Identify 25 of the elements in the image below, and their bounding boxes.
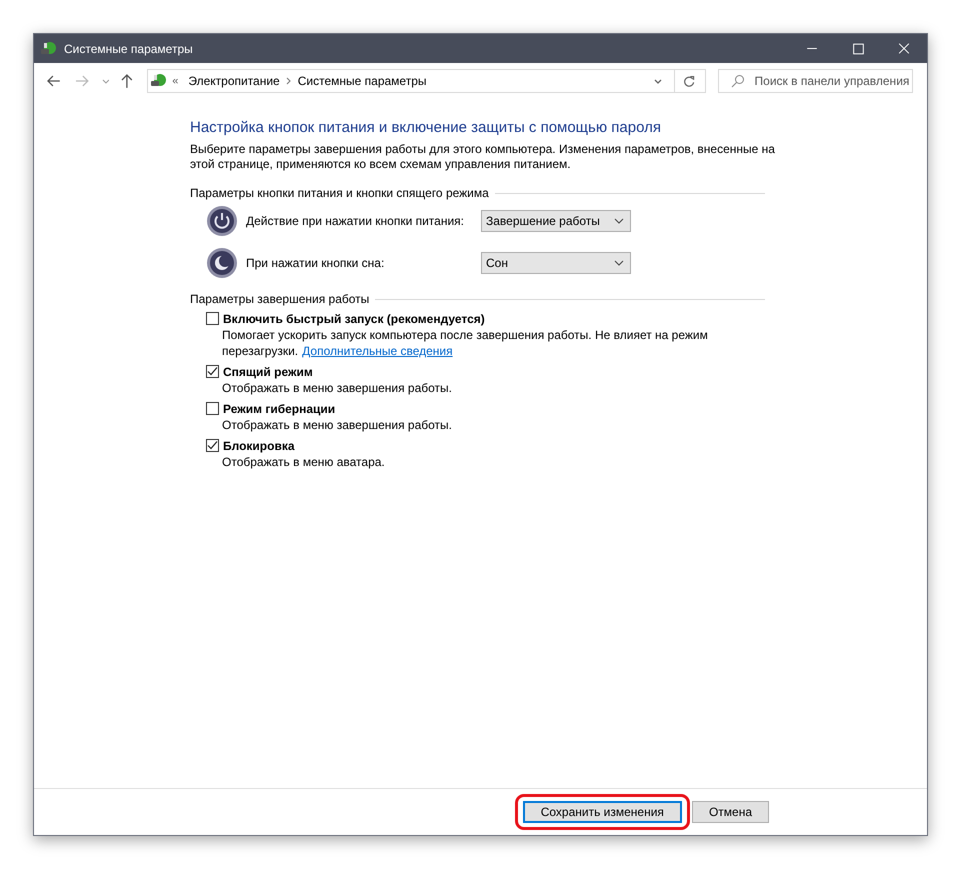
action-button[interactable]: Отмена <box>692 801 769 823</box>
setting-label: Действие при нажатии кнопки питания: <box>246 214 466 228</box>
window-title: Системные параметры <box>64 42 193 56</box>
action-button[interactable]: Сохранить изменения <box>522 801 682 823</box>
dropdown[interactable]: Завершение работы <box>481 210 631 232</box>
search-field[interactable]: Поиск в панели управления <box>718 69 913 93</box>
option-description: Отображать в меню завершения работы. <box>222 380 454 396</box>
option-description: Помогает ускорить запуск компьютера после завершения работы. Не влияет на режим перезагрузки. Дополнительные сведения <box>222 327 709 359</box>
page-description: Выберите параметры завершения работы для этого компьютера. Изменения параметров, внесенные на этой странице, применяются ко всем схемам управления питанием. <box>190 142 776 172</box>
breadcrumb[interactable]: Электропитание <box>188 74 280 88</box>
breadcrumb[interactable]: « <box>172 75 178 87</box>
section-title: Параметры кнопки питания и кнопки спящего режима <box>190 186 489 200</box>
checkbox-label[interactable]: Спящий режим <box>223 364 313 378</box>
option-description: Отображать в меню завершения работы. <box>222 417 454 433</box>
page-heading: Настройка кнопок питания и включение защиты с помощью пароля <box>190 119 662 136</box>
address-bar[interactable]: « Электропитание Системные параметры <box>147 69 706 93</box>
setting-label: При нажатии кнопки сна: <box>246 256 386 270</box>
dropdown[interactable]: Сон <box>481 252 631 274</box>
option-description: Отображать в меню аватара. <box>222 454 386 470</box>
checkbox-label[interactable]: Блокировка <box>223 438 295 452</box>
checkbox-label[interactable]: Включить быстрый запуск (рекомендуется) <box>223 312 485 326</box>
section-title: Параметры завершения работы <box>190 292 370 306</box>
breadcrumb[interactable]: Системные параметры <box>298 74 426 88</box>
checkbox-label[interactable]: Режим гибернации <box>223 402 336 416</box>
more-info-link[interactable]: Дополнительные сведения <box>302 344 453 358</box>
